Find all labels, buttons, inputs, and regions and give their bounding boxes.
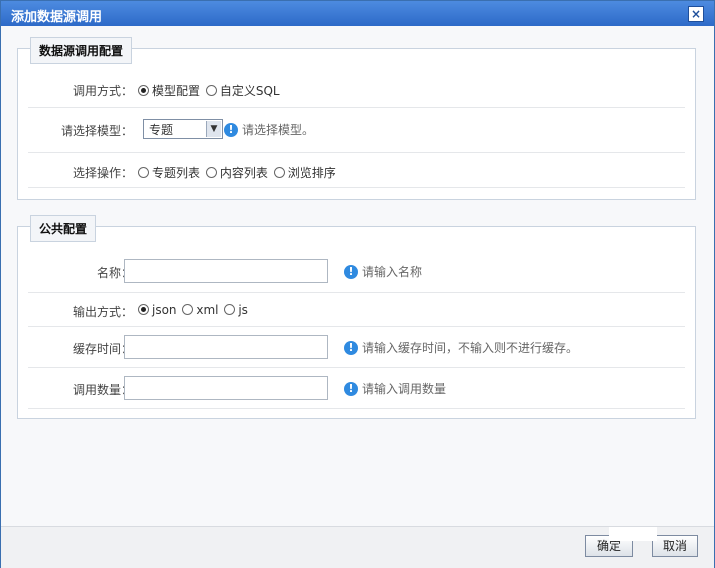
count-label: 调用数量： [72,383,133,397]
dialog: 添加数据源调用 × 数据源调用配置 调用方式： 模型配置 自定义SQL 请选择模… [0,0,715,568]
name-hint-text: 请输入名称 [362,265,423,279]
row-operation: 选择操作： 专题列表 内容列表 浏览排序 [28,153,685,188]
radio-browse-sort-label: 浏览排序 [287,166,336,180]
radio-topic-list[interactable] [138,167,149,178]
info-icon: ! [344,382,358,396]
output-field: json xml js [138,303,250,317]
dialog-body: 数据源调用配置 调用方式： 模型配置 自定义SQL 请选择模型： 专题 ▼ ! 请… [1,26,714,526]
watermark-overlay [609,527,657,541]
model-select[interactable]: 专题 ▼ [143,119,223,139]
row-output: 输出方式： json xml js [28,293,685,327]
row-call-mode: 调用方式： 模型配置 自定义SQL [28,71,685,108]
radio-content-list[interactable] [205,167,217,178]
radio-custom-sql[interactable] [205,85,217,96]
panel-common-config: 公共配置 名称： ! 请输入名称 输出方式： json xml js 缓存时间：… [17,215,696,419]
count-hint: ! 请输入调用数量 [344,380,446,397]
model-select-value: 专题 [149,123,174,137]
output-label: 输出方式： [72,305,133,319]
radio-custom-sql-label: 自定义SQL [219,84,280,98]
dialog-titlebar[interactable]: 添加数据源调用 × [1,1,714,26]
radio-json[interactable] [138,304,149,315]
legend-common-config: 公共配置 [30,215,97,242]
cache-input[interactable] [124,335,328,359]
chevron-down-icon[interactable]: ▼ [206,121,221,137]
row-cache: 缓存时间： ! 请输入缓存时间，不输入则不进行缓存。 [28,327,685,368]
count-input[interactable] [124,376,328,400]
operation-field: 专题列表 内容列表 浏览排序 [138,164,338,181]
model-hint-text: 请选择模型。 [242,123,315,137]
call-mode-label: 调用方式： [72,84,133,98]
model-hint: ! 请选择模型。 [224,121,314,138]
info-icon: ! [224,123,238,137]
close-icon[interactable]: × [688,6,704,22]
radio-js-label: js [238,303,248,317]
radio-browse-sort[interactable] [273,167,285,178]
cache-label: 缓存时间： [72,342,133,356]
model-label: 请选择模型： [60,124,133,138]
cancel-button[interactable]: 取消 [652,535,698,557]
row-count: 调用数量： ! 请输入调用数量 [28,368,685,409]
radio-model-config-label: 模型配置 [152,84,201,98]
info-icon: ! [344,265,358,279]
name-hint: ! 请输入名称 [344,263,422,280]
cache-hint: ! 请输入缓存时间，不输入则不进行缓存。 [344,339,578,356]
row-model-select: 请选择模型： 专题 ▼ ! 请选择模型。 [28,108,685,153]
panel-datasource-config: 数据源调用配置 调用方式： 模型配置 自定义SQL 请选择模型： 专题 ▼ ! 请… [17,37,696,200]
radio-model-config[interactable] [138,85,149,96]
radio-json-label: json [152,303,177,317]
dialog-footer: 确定 取消 [1,526,714,568]
radio-content-list-label: 内容列表 [219,166,268,180]
legend-datasource-config: 数据源调用配置 [30,37,133,64]
row-name: 名称： ! 请输入名称 [28,249,685,293]
name-label: 名称： [96,266,133,280]
call-mode-field: 模型配置 自定义SQL [138,82,282,99]
count-hint-text: 请输入调用数量 [362,382,447,396]
radio-xml-label: xml [196,303,219,317]
operation-label: 选择操作： [72,166,133,180]
cache-hint-text: 请输入缓存时间，不输入则不进行缓存。 [362,341,579,355]
name-input[interactable] [124,259,328,283]
info-icon: ! [344,341,358,355]
radio-xml[interactable] [182,304,194,315]
radio-js[interactable] [224,304,236,315]
radio-topic-list-label: 专题列表 [152,166,201,180]
dialog-title: 添加数据源调用 [11,10,103,25]
